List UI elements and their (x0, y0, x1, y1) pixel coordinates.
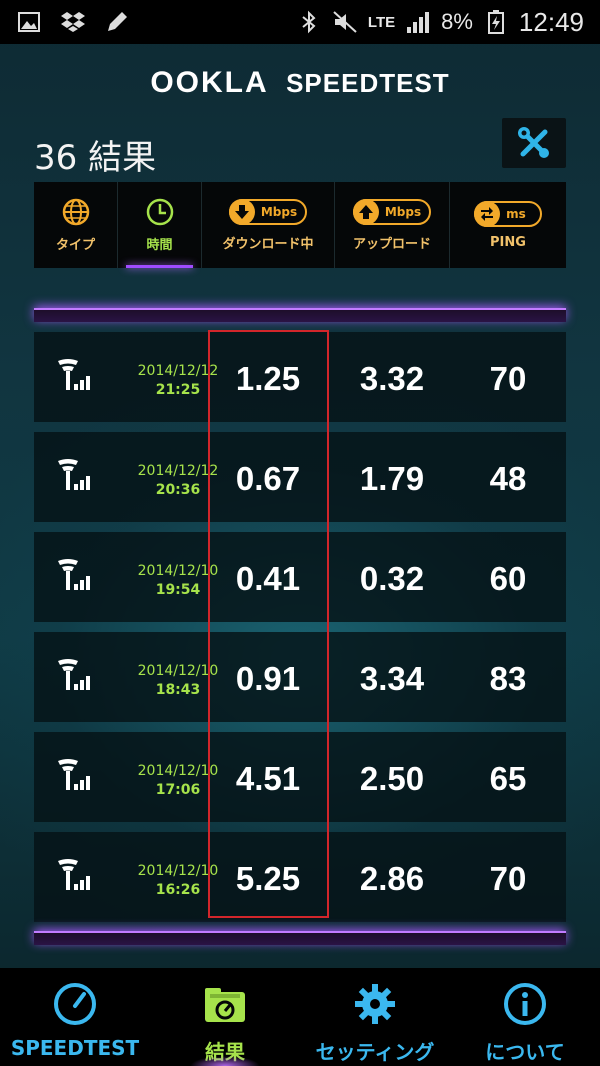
clock-icon (146, 198, 173, 225)
sort-download-label: ダウンロード中 (222, 236, 314, 252)
bottom-nav: SPEEDTEST 結果 セッティング について (0, 968, 600, 1066)
result-upload: 1.79 (359, 460, 425, 497)
upload-pill: Mbps (352, 198, 432, 225)
result-download: 0.41 (235, 560, 301, 597)
mobile-signal-icon (58, 359, 90, 390)
result-ping: 70 (489, 360, 527, 397)
sort-download-tab[interactable]: Mbps ダウンロード中 (202, 182, 335, 268)
ping-unit: ms (506, 206, 526, 221)
upload-unit: Mbps (384, 204, 422, 219)
sort-type-tab[interactable]: タイプ (34, 182, 118, 268)
nav-settings-label: セッティング (315, 1040, 435, 1064)
download-icon (228, 198, 255, 225)
download-unit: Mbps (260, 204, 298, 219)
result-row[interactable]: 2014/12/10 19:54 0.41 0.32 60 (34, 532, 566, 622)
tools-button[interactable] (502, 118, 566, 168)
sort-bar: タイプ 時間 Mbps ダウンロード中 Mbps アップロード ms PING (34, 182, 566, 268)
sort-time-label: 時間 (146, 237, 173, 253)
result-upload: 2.50 (359, 760, 425, 797)
brand-speedtest: SPEEDTEST (286, 68, 450, 98)
list-top-divider (34, 308, 566, 322)
result-ping: 65 (489, 760, 527, 797)
result-download: 0.91 (235, 660, 301, 697)
result-row[interactable]: 2014/12/12 20:36 0.67 1.79 48 (34, 432, 566, 522)
result-upload: 3.34 (359, 660, 425, 697)
dropbox-icon (61, 12, 85, 32)
mobile-signal-icon (58, 659, 90, 690)
mobile-signal-icon (58, 459, 90, 490)
battery-percent: 8% (441, 9, 473, 34)
battery-charging-icon (487, 10, 504, 34)
mobile-signal-icon (58, 559, 90, 590)
result-upload: 3.32 (359, 360, 425, 397)
tools-icon (518, 127, 549, 158)
result-ping: 48 (489, 460, 527, 497)
ping-icon (474, 200, 501, 227)
globe-icon (62, 198, 89, 225)
mobile-signal-icon (58, 859, 90, 890)
result-download: 1.25 (235, 360, 301, 397)
signal-icon (407, 12, 430, 33)
mute-icon (333, 11, 357, 33)
result-download: 5.25 (235, 860, 301, 897)
result-row[interactable]: 2014/12/12 21:25 1.25 3.32 70 (34, 332, 566, 422)
result-ping: 60 (489, 560, 527, 597)
sort-ping-label: PING (490, 234, 526, 250)
app-brand: OOKLA SPEEDTEST (0, 66, 600, 100)
result-row[interactable]: 2014/12/10 17:06 4.51 2.50 65 (34, 732, 566, 822)
result-row[interactable]: 2014/12/10 18:43 0.91 3.34 83 (34, 632, 566, 722)
status-bar: LTE 8% 12:49 (0, 0, 600, 44)
sort-upload-label: アップロード (352, 236, 431, 252)
info-icon (504, 983, 546, 1025)
result-download: 4.51 (235, 760, 301, 797)
nav-about-label: について (485, 1040, 565, 1064)
result-row[interactable]: 2014/12/10 16:26 5.25 2.86 70 (34, 832, 566, 922)
speedometer-icon (54, 983, 96, 1025)
sort-type-label: タイプ (55, 237, 95, 253)
result-ping: 83 (489, 660, 527, 697)
nav-speedtest-label: SPEEDTEST (10, 1036, 140, 1060)
nav-results[interactable]: 結果 (150, 968, 300, 1066)
results-count-title: 36 結果 (34, 138, 157, 178)
gear-icon (355, 984, 395, 1024)
upload-icon (352, 198, 379, 225)
network-type: LTE (367, 13, 396, 31)
list-bottom-divider (34, 931, 566, 945)
result-upload: 0.32 (359, 560, 425, 597)
result-upload: 2.86 (359, 860, 425, 897)
ping-pill: ms (474, 200, 542, 227)
clock: 12:49 (518, 6, 584, 37)
download-pill: Mbps (228, 198, 308, 225)
mobile-signal-icon (58, 759, 90, 790)
brand-ookla: OOKLA (150, 66, 269, 99)
result-download: 0.67 (235, 460, 301, 497)
nav-speedtest[interactable]: SPEEDTEST (0, 968, 150, 1066)
pencil-icon (108, 12, 127, 31)
sort-upload-tab[interactable]: Mbps アップロード (335, 182, 450, 268)
bluetooth-icon (302, 10, 316, 34)
result-ping: 70 (489, 860, 527, 897)
nav-settings[interactable]: セッティング (300, 968, 450, 1066)
sort-time-tab[interactable]: 時間 (118, 182, 202, 268)
sort-ping-tab[interactable]: ms PING (450, 182, 566, 268)
results-folder-icon (205, 988, 245, 1022)
gallery-icon (18, 12, 40, 32)
nav-about[interactable]: について (450, 968, 600, 1066)
nav-results-label: 結果 (205, 1040, 245, 1064)
